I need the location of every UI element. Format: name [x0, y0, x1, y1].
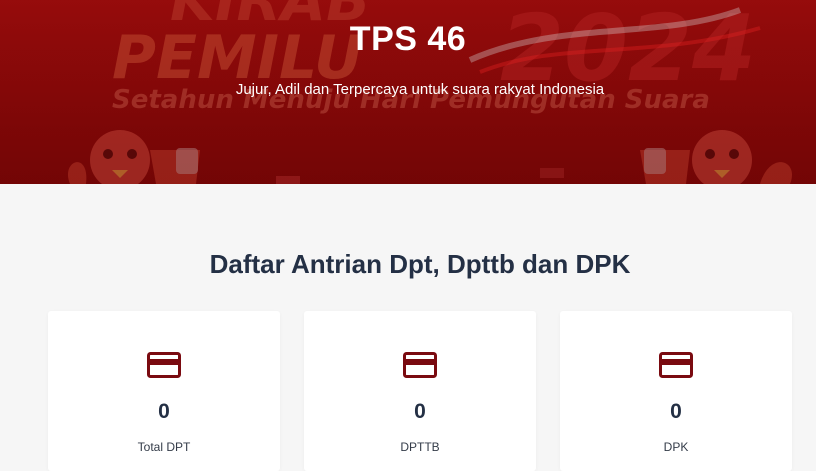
card-icon: [147, 352, 181, 378]
card-dpttb: 0 DPTTB: [304, 311, 536, 471]
card-value: 0: [414, 400, 426, 423]
card-icon: [403, 352, 437, 378]
section-title: Daftar Antrian Dpt, Dpttb dan DPK: [209, 249, 631, 279]
hero-banner: KIRAB PEMILU 2024 Setahun Menuju Hari Pe…: [0, 0, 816, 184]
card-value: 0: [670, 400, 682, 423]
hero-subtitle: Jujur, Adil dan Terpercaya untuk suara r…: [235, 81, 605, 98]
card-label: Total DPT: [137, 440, 191, 454]
card-value: 0: [158, 400, 170, 423]
card-label: DPTTB: [400, 440, 440, 454]
hero-title: TPS 46: [349, 20, 467, 58]
card-icon: [659, 352, 693, 378]
card-label: DPK: [663, 440, 689, 454]
card-total-dpt: 0 Total DPT: [48, 311, 280, 471]
card-dpk: 0 DPK: [560, 311, 792, 471]
